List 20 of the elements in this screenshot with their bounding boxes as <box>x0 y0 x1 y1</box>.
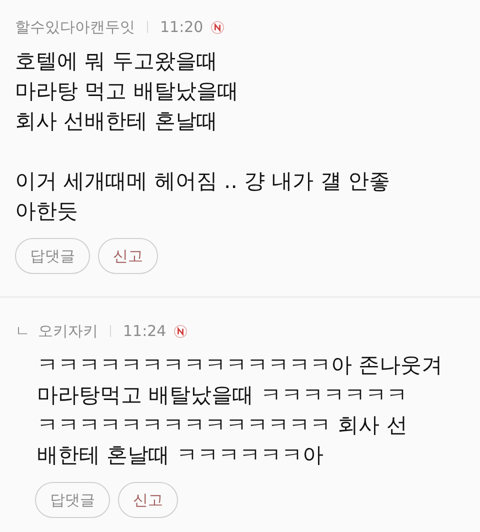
reply-marker: ㄴ <box>15 322 30 340</box>
author-name[interactable]: 할수있다아캔두잇 <box>15 18 135 36</box>
reply-button[interactable]: 답댓글 <box>35 482 110 518</box>
comment-text: ㅋㅋㅋㅋㅋㅋㅋㅋㅋㅋㅋㅋㅋㅋ 회사 선 <box>37 412 408 439</box>
report-button[interactable]: 신고 <box>118 482 178 518</box>
comment-text: 마라탕 먹고 배탈났을때 <box>15 78 240 105</box>
comment-text: 회사 선배한테 혼날때 <box>15 108 218 135</box>
comment-text: 호텔에 뭐 두고왔을때 <box>15 48 218 75</box>
comment-time: 11:24 <box>123 322 166 340</box>
comment-text: 마라탕먹고 배탈났을때 ㅋㅋㅋㅋㅋㅋㅋ <box>37 382 408 409</box>
new-badge-icon <box>174 324 188 338</box>
comment-time: 11:20 <box>160 18 204 36</box>
author-name[interactable]: 오키자키 <box>38 322 98 340</box>
comment-text: ㅋㅋㅋㅋㅋㅋㅋㅋㅋㅋㅋㅋㅋㅋ아 존나웃겨 <box>37 352 444 379</box>
reply-button[interactable]: 답댓글 <box>15 238 90 274</box>
comment-text: 배한테 혼날때 ㅋㅋㅋㅋㅋㅋ아 <box>37 442 324 469</box>
comment-text: 이거 세개때메 헤어짐 .. 걍 내가 걜 안좋 <box>15 168 392 195</box>
comment-text: 아한듯 <box>15 198 79 225</box>
report-button[interactable]: 신고 <box>98 238 158 274</box>
new-badge-icon <box>211 20 224 34</box>
